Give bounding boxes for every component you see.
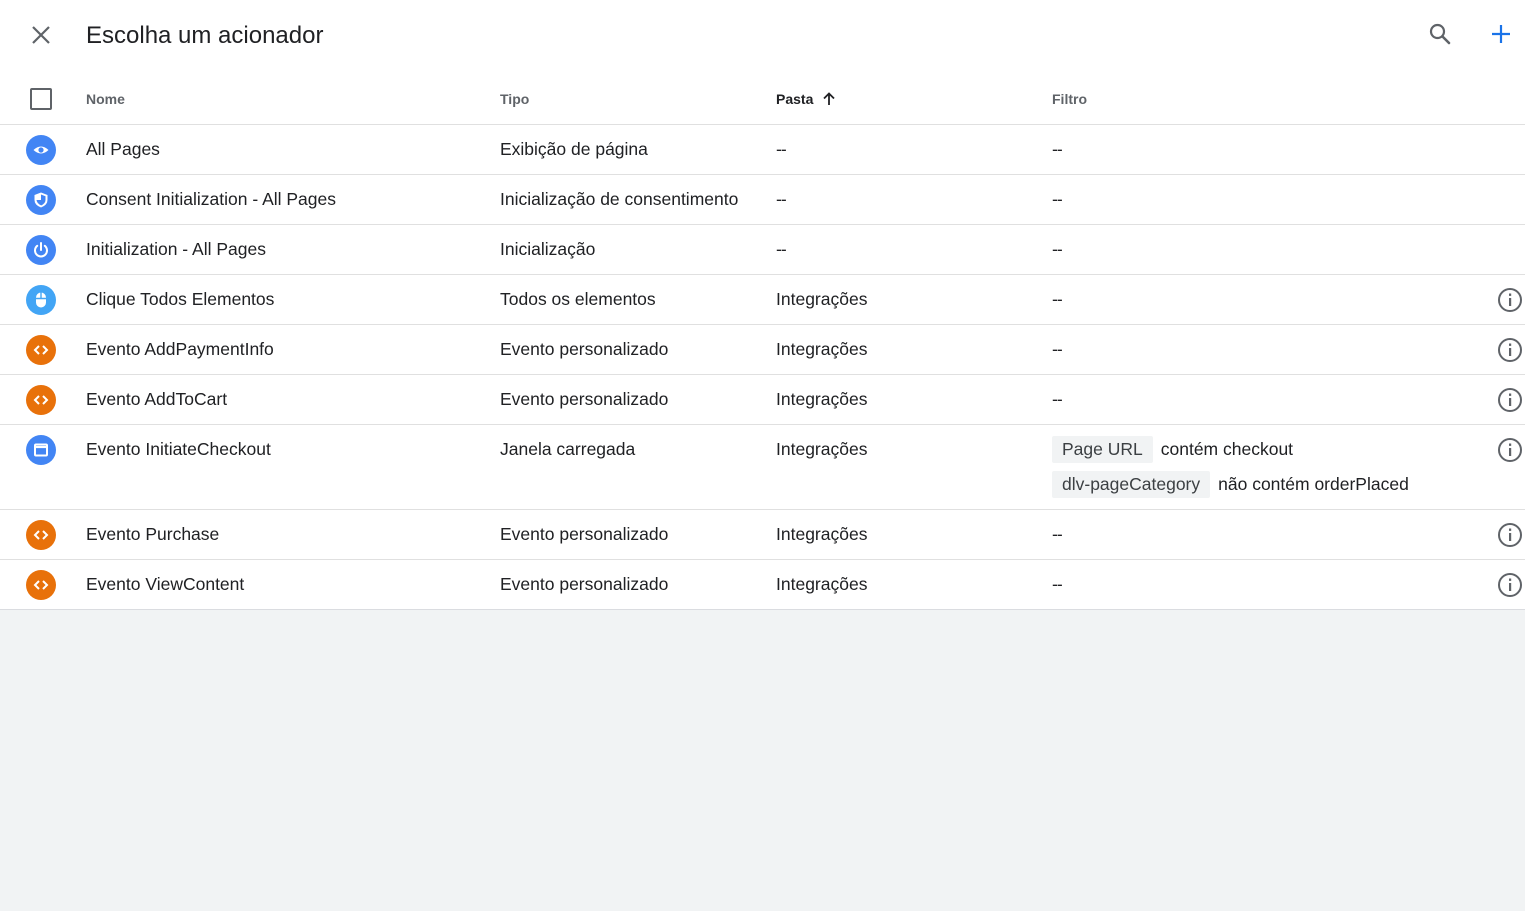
filter-variable-chip: dlv-pageCategory (1052, 471, 1211, 498)
trigger-name: Clique Todos Elementos (86, 289, 275, 309)
window-icon (26, 435, 56, 465)
trigger-filter: -- (1052, 189, 1063, 209)
triggers-table: Nome Tipo Pasta Filtro All Pages Exibiçã… (0, 74, 1525, 610)
info-icon (1498, 288, 1522, 312)
column-header-folder-label: Pasta (776, 91, 814, 107)
page-title: Escolha um acionador (86, 22, 324, 49)
trigger-type: Inicialização (500, 239, 596, 259)
table-row[interactable]: Consent Initialization - All Pages Inici… (0, 175, 1525, 225)
filter-condition-text: não contém orderPlaced (1218, 474, 1409, 494)
filter-condition-text: contém checkout (1160, 439, 1294, 459)
column-header-name[interactable]: Nome (86, 91, 125, 107)
info-icon (1498, 338, 1522, 362)
trigger-folder: -- (776, 189, 787, 209)
power-icon (26, 235, 56, 265)
trigger-folder: -- (776, 139, 787, 159)
trigger-type: Evento personalizado (500, 339, 669, 359)
code-icon (26, 520, 56, 550)
trigger-folder: Integrações (776, 389, 868, 409)
table-row[interactable]: Initialization - All Pages Inicialização… (0, 225, 1525, 275)
trigger-filter: -- (1052, 339, 1063, 359)
trigger-filter: -- (1052, 574, 1063, 594)
table-row[interactable]: Evento InitiateCheckout Janela carregada… (0, 425, 1525, 510)
trigger-type: Evento personalizado (500, 524, 669, 544)
add-trigger-button[interactable] (1485, 18, 1517, 50)
trigger-type: Todos os elementos (500, 289, 656, 309)
trigger-type: Inicialização de consentimento (500, 189, 739, 209)
trigger-filter: -- (1052, 239, 1063, 259)
table-row[interactable]: Evento ViewContent Evento personalizado … (0, 560, 1525, 610)
trigger-type: Evento personalizado (500, 574, 669, 594)
filter-condition: dlv-pageCategory não contém orderPlaced (1052, 471, 1409, 498)
code-icon (26, 335, 56, 365)
table-row[interactable]: Evento Purchase Evento personalizado Int… (0, 510, 1525, 560)
search-icon (1429, 23, 1451, 45)
top-bar: Escolha um acionador (0, 0, 1525, 72)
trigger-name: All Pages (86, 139, 160, 159)
sort-ascending-icon (823, 92, 835, 105)
trigger-name: Evento AddToCart (86, 389, 228, 409)
info-icon (1498, 573, 1522, 597)
trigger-type: Exibição de página (500, 139, 648, 159)
column-header-type[interactable]: Tipo (500, 91, 529, 107)
trigger-name: Evento Purchase (86, 524, 220, 544)
filter-condition: Page URL contém checkout (1052, 436, 1293, 463)
trigger-folder: Integrações (776, 439, 868, 459)
info-button[interactable] (1497, 387, 1523, 413)
trigger-name: Initialization - All Pages (86, 239, 266, 259)
info-button[interactable] (1497, 287, 1523, 313)
trigger-name: Evento AddPaymentInfo (86, 339, 274, 359)
info-button[interactable] (1497, 337, 1523, 363)
trigger-folder: Integrações (776, 289, 868, 309)
eye-icon (26, 135, 56, 165)
trigger-folder: Integrações (776, 339, 868, 359)
trigger-name: Evento InitiateCheckout (86, 439, 271, 459)
table-row[interactable]: All Pages Exibição de página -- -- (0, 125, 1525, 175)
table-row[interactable]: Clique Todos Elementos Todos os elemento… (0, 275, 1525, 325)
table-row[interactable]: Evento AddPaymentInfo Evento personaliza… (0, 325, 1525, 375)
trigger-folder: Integrações (776, 574, 868, 594)
trigger-type: Evento personalizado (500, 389, 669, 409)
trigger-filter: -- (1052, 139, 1063, 159)
trigger-name: Evento ViewContent (86, 574, 245, 594)
info-button[interactable] (1497, 522, 1523, 548)
trigger-filter: -- (1052, 389, 1063, 409)
info-icon (1498, 438, 1522, 462)
add-icon (1492, 25, 1510, 43)
column-header-folder[interactable]: Pasta (776, 91, 837, 107)
info-button[interactable] (1497, 572, 1523, 598)
trigger-filter: -- (1052, 289, 1063, 309)
trigger-folder: Integrações (776, 524, 868, 544)
column-header-filter[interactable]: Filtro (1052, 91, 1087, 107)
code-icon (26, 570, 56, 600)
trigger-picker-panel: Escolha um acionador Nome Tipo Pasta Fil… (0, 0, 1525, 610)
info-button[interactable] (1497, 437, 1523, 463)
code-icon (26, 385, 56, 415)
table-header: Nome Tipo Pasta Filtro (0, 74, 1525, 125)
trigger-type: Janela carregada (500, 439, 636, 459)
select-all-checkbox[interactable] (30, 88, 52, 110)
close-icon (32, 26, 50, 44)
info-icon (1498, 388, 1522, 412)
info-icon (1498, 523, 1522, 547)
filter-variable-chip: Page URL (1052, 436, 1153, 463)
table-row[interactable]: Evento AddToCart Evento personalizado In… (0, 375, 1525, 425)
search-button[interactable] (1424, 18, 1456, 50)
trigger-name: Consent Initialization - All Pages (86, 189, 336, 209)
close-button[interactable] (25, 19, 57, 51)
trigger-folder: -- (776, 239, 787, 259)
trigger-filter: -- (1052, 524, 1063, 544)
shield-icon (26, 185, 56, 215)
mouse-icon (26, 285, 56, 315)
